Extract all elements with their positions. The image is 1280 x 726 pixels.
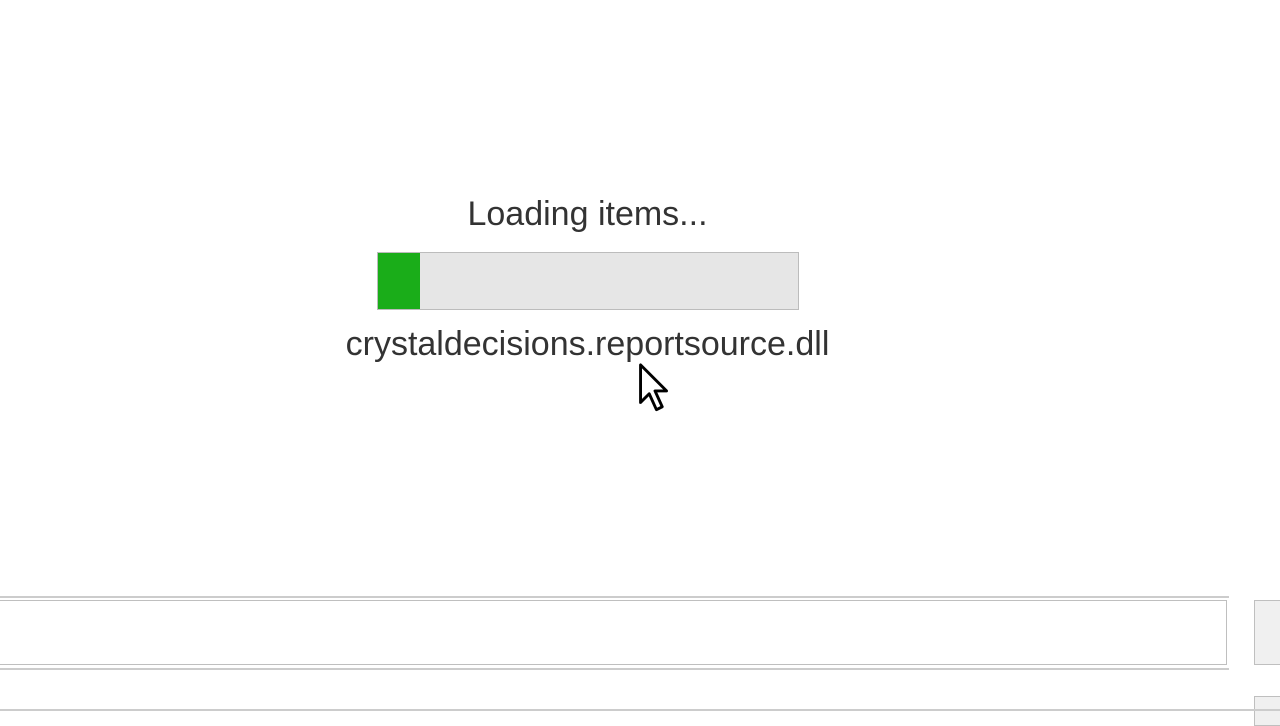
bottom-input-field[interactable] [0, 600, 1227, 665]
bottom-button[interactable] [1254, 600, 1280, 665]
divider [0, 596, 1229, 598]
mouse-cursor-icon [637, 362, 673, 414]
bottom-button-secondary[interactable] [1254, 696, 1280, 726]
loading-dialog: Loading items... crystaldecisions.report… [350, 195, 825, 364]
divider [0, 709, 1280, 711]
loading-current-file: crystaldecisions.reportsource.dll [346, 325, 830, 364]
divider [0, 668, 1229, 670]
progress-bar [377, 252, 799, 310]
progress-bar-fill [378, 253, 420, 309]
loading-title: Loading items... [467, 195, 707, 234]
